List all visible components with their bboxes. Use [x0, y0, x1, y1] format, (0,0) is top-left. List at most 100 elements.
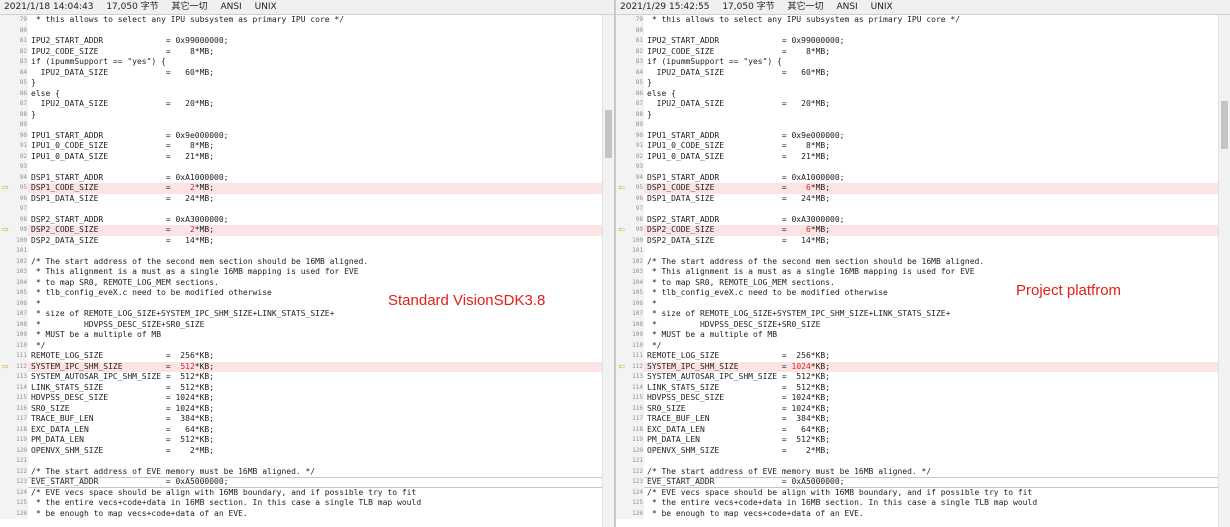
- code-line[interactable]: 116 SR0_SIZE = 1024*KB;: [616, 403, 1219, 414]
- code-line[interactable]: 84 IPU2_DATA_SIZE = 60*MB;: [616, 67, 1219, 78]
- code-line[interactable]: 125 * the entire vecs+code+data in 16MB …: [616, 498, 1219, 509]
- code-line[interactable]: 83 if (ipummSupport == "yes") {: [0, 57, 603, 68]
- diff-line[interactable]: ⇦ 95 DSP1_CODE_SIZE = 6*MB;: [616, 183, 1219, 194]
- code-line[interactable]: 104 * to map SR0, REMOTE_LOG_MEM section…: [616, 277, 1219, 288]
- code-line[interactable]: 100 DSP2_DATA_SIZE = 14*MB;: [0, 235, 603, 246]
- code-line[interactable]: 123 EVE_START_ADDR = 0xA5000000;: [0, 477, 603, 488]
- code-line[interactable]: 97: [0, 204, 603, 215]
- diff-line[interactable]: ⇨ 95 DSP1_CODE_SIZE = 2*MB;: [0, 183, 603, 194]
- code-line[interactable]: 90 IPU1_START_ADDR = 0x9e000000;: [0, 130, 603, 141]
- left-eol[interactable]: UNIX: [255, 2, 277, 12]
- code-line[interactable]: 115 HDVPSS_DESC_SIZE = 1024*KB;: [0, 393, 603, 404]
- code-line[interactable]: 96 DSP1_DATA_SIZE = 24*MB;: [616, 193, 1219, 204]
- code-line[interactable]: 123 EVE_START_ADDR = 0xA5000000;: [616, 477, 1219, 488]
- code-line[interactable]: 91 IPU1_0_CODE_SIZE = 8*MB;: [616, 141, 1219, 152]
- left-filter[interactable]: 其它一切: [172, 2, 208, 12]
- code-line[interactable]: 124 /* EVE vecs space should be align wit…: [0, 487, 603, 498]
- code-line[interactable]: 80: [616, 25, 1219, 36]
- code-line[interactable]: 102 /* The start address of the second me…: [0, 256, 603, 267]
- code-line[interactable]: 100 DSP2_DATA_SIZE = 14*MB;: [616, 235, 1219, 246]
- code-line[interactable]: 120 OPENVX_SHM_SIZE = 2*MB;: [616, 445, 1219, 456]
- code-line[interactable]: 85}: [0, 78, 603, 89]
- right-eol[interactable]: UNIX: [871, 2, 893, 12]
- code-line[interactable]: 93: [616, 162, 1219, 173]
- right-code-view[interactable]: 79 * this allows to select any IPU subsy…: [616, 15, 1219, 527]
- code-line[interactable]: 114 LINK_STATS_SIZE = 512*KB;: [616, 382, 1219, 393]
- left-code-view[interactable]: 79 * this allows to select any IPU subsy…: [0, 15, 603, 527]
- code-line[interactable]: 85}: [616, 78, 1219, 89]
- code-line[interactable]: 114 LINK_STATS_SIZE = 512*KB;: [0, 382, 603, 393]
- code-line[interactable]: 121: [616, 456, 1219, 467]
- code-line[interactable]: 108 * HDVPSS_DESC_SIZE+SR0_SIZE: [616, 319, 1219, 330]
- code-line[interactable]: 81 IPU2_START_ADDR = 0x99000000;: [0, 36, 603, 47]
- code-line[interactable]: 115 HDVPSS_DESC_SIZE = 1024*KB;: [616, 393, 1219, 404]
- code-line[interactable]: 86 else {: [616, 88, 1219, 99]
- code-line[interactable]: 93: [0, 162, 603, 173]
- code-line[interactable]: 125 * the entire vecs+code+data in 16MB …: [0, 498, 603, 509]
- code-line[interactable]: 124 /* EVE vecs space should be align wit…: [616, 487, 1219, 498]
- code-line[interactable]: 109 * MUST be a multiple of MB: [0, 330, 603, 341]
- code-line[interactable]: 116 SR0_SIZE = 1024*KB;: [0, 403, 603, 414]
- code-line[interactable]: 94 DSP1_START_ADDR = 0xA1000000;: [616, 172, 1219, 183]
- code-line[interactable]: 86 else {: [0, 88, 603, 99]
- code-line[interactable]: 89: [616, 120, 1219, 131]
- code-line[interactable]: 107 * size of REMOTE_LOG_SIZE+SYSTEM_IPC…: [616, 309, 1219, 320]
- right-vertical-scrollbar[interactable]: [1218, 15, 1230, 527]
- code-line[interactable]: 87 IPU2_DATA_SIZE = 20*MB;: [0, 99, 603, 110]
- code-line[interactable]: 81 IPU2_START_ADDR = 0x99000000;: [616, 36, 1219, 47]
- code-line[interactable]: 89: [0, 120, 603, 131]
- code-line[interactable]: 87 IPU2_DATA_SIZE = 20*MB;: [616, 99, 1219, 110]
- code-line[interactable]: 104 * to map SR0, REMOTE_LOG_MEM section…: [0, 277, 603, 288]
- code-line[interactable]: 102 /* The start address of the second me…: [616, 256, 1219, 267]
- code-line[interactable]: 117 TRACE_BUF_LEN = 384*KB;: [616, 414, 1219, 425]
- code-line[interactable]: 111 REMOTE_LOG_SIZE = 256*KB;: [0, 351, 603, 362]
- code-line[interactable]: 90 IPU1_START_ADDR = 0x9e000000;: [616, 130, 1219, 141]
- code-line[interactable]: 79 * this allows to select any IPU subsy…: [616, 15, 1219, 26]
- code-line[interactable]: 122 /* The start address of EVE memory mu…: [616, 466, 1219, 477]
- code-line[interactable]: 101: [616, 246, 1219, 257]
- code-line[interactable]: 97: [616, 204, 1219, 215]
- diff-line[interactable]: ⇦ 99 DSP2_CODE_SIZE = 6*MB;: [616, 225, 1219, 236]
- code-line[interactable]: 107 * size of REMOTE_LOG_SIZE+SYSTEM_IPC…: [0, 309, 603, 320]
- code-line[interactable]: 120 OPENVX_SHM_SIZE = 2*MB;: [0, 445, 603, 456]
- code-line[interactable]: 111 REMOTE_LOG_SIZE = 256*KB;: [616, 351, 1219, 362]
- code-line[interactable]: 110 */: [616, 340, 1219, 351]
- code-line[interactable]: 98 DSP2_START_ADDR = 0xA3000000;: [0, 214, 603, 225]
- code-line[interactable]: 106 *: [616, 298, 1219, 309]
- code-line[interactable]: 118 EXC_DATA_LEN = 64*KB;: [0, 424, 603, 435]
- diff-line[interactable]: ⇨ 99 DSP2_CODE_SIZE = 2*MB;: [0, 225, 603, 236]
- code-line[interactable]: 113 SYSTEM_AUTOSAR_IPC_SHM_SIZE = 512*KB;: [616, 372, 1219, 383]
- code-line[interactable]: 105 * tlb_config_eveX.c need to be modif…: [616, 288, 1219, 299]
- diff-line[interactable]: ⇦ 112 SYSTEM_IPC_SHM_SIZE = 1024*KB;: [616, 361, 1219, 372]
- code-line[interactable]: 96 DSP1_DATA_SIZE = 24*MB;: [0, 193, 603, 204]
- code-line[interactable]: 108 * HDVPSS_DESC_SIZE+SR0_SIZE: [0, 319, 603, 330]
- code-line[interactable]: 82 IPU2_CODE_SIZE = 8*MB;: [616, 46, 1219, 57]
- code-line[interactable]: 98 DSP2_START_ADDR = 0xA3000000;: [616, 214, 1219, 225]
- code-line[interactable]: 121: [0, 456, 603, 467]
- code-line[interactable]: 84 IPU2_DATA_SIZE = 60*MB;: [0, 67, 603, 78]
- code-line[interactable]: 103 * This alignment is a must as a sing…: [0, 267, 603, 278]
- code-line[interactable]: 119 PM_DATA_LEN = 512*KB;: [0, 435, 603, 446]
- code-line[interactable]: 118 EXC_DATA_LEN = 64*KB;: [616, 424, 1219, 435]
- code-line[interactable]: 103 * This alignment is a must as a sing…: [616, 267, 1219, 278]
- code-line[interactable]: 117 TRACE_BUF_LEN = 384*KB;: [0, 414, 603, 425]
- code-line[interactable]: 88}: [0, 109, 603, 120]
- diff-line[interactable]: ⇨ 112 SYSTEM_IPC_SHM_SIZE = 512*KB;: [0, 361, 603, 372]
- code-line[interactable]: 82 IPU2_CODE_SIZE = 8*MB;: [0, 46, 603, 57]
- code-line[interactable]: 126 * be enough to map vecs+code+data of…: [0, 508, 603, 519]
- code-line[interactable]: 122 /* The start address of EVE memory mu…: [0, 466, 603, 477]
- code-line[interactable]: 91 IPU1_0_CODE_SIZE = 8*MB;: [0, 141, 603, 152]
- right-scrollbar-thumb[interactable]: [1221, 101, 1228, 149]
- left-encoding[interactable]: ANSI: [220, 2, 241, 12]
- right-encoding[interactable]: ANSI: [836, 2, 857, 12]
- code-line[interactable]: 94 DSP1_START_ADDR = 0xA1000000;: [0, 172, 603, 183]
- code-line[interactable]: 92 IPU1_0_DATA_SIZE = 21*MB;: [0, 151, 603, 162]
- code-line[interactable]: 110 */: [0, 340, 603, 351]
- code-line[interactable]: 119 PM_DATA_LEN = 512*KB;: [616, 435, 1219, 446]
- left-vertical-scrollbar[interactable]: [602, 15, 614, 527]
- code-line[interactable]: 101: [0, 246, 603, 257]
- code-line[interactable]: 113 SYSTEM_AUTOSAR_IPC_SHM_SIZE = 512*KB;: [0, 372, 603, 383]
- code-line[interactable]: 126 * be enough to map vecs+code+data of…: [616, 508, 1219, 519]
- code-line[interactable]: 88}: [616, 109, 1219, 120]
- code-line[interactable]: 80: [0, 25, 603, 36]
